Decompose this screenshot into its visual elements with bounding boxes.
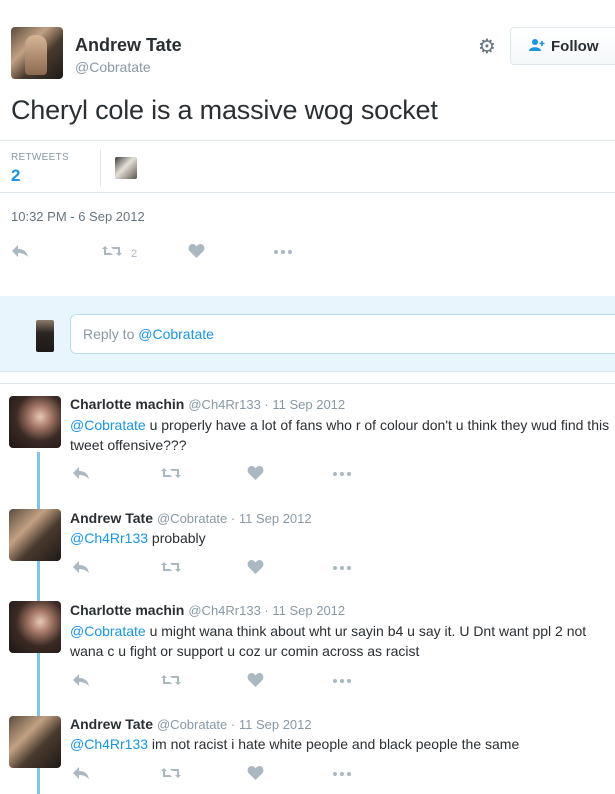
retweet-icon[interactable] (160, 672, 182, 694)
reply-date[interactable]: 11 Sep 2012 (239, 511, 312, 526)
heart-icon[interactable] (188, 243, 205, 265)
reply-mention[interactable]: @Cobratate (70, 623, 146, 639)
reply-body: probably (148, 530, 206, 546)
reply-mention[interactable]: @Ch4Rr133 (70, 736, 148, 752)
reply-author-name[interactable]: Andrew Tate (70, 716, 153, 732)
reply-mention[interactable]: @Cobratate (70, 417, 146, 433)
tweet-stats: RETWEETS 2 (0, 140, 615, 193)
retweet-count: 2 (131, 248, 138, 260)
reply-author-name[interactable]: Charlotte machin (70, 396, 184, 412)
reply-text: @Cobratate u properly have a lot of fans… (70, 415, 615, 455)
reply-date[interactable]: 11 Sep 2012 (272, 397, 345, 412)
add-user-icon (529, 38, 545, 55)
reply-avatar[interactable] (9, 396, 61, 448)
heart-icon[interactable] (247, 765, 264, 787)
reply-icon[interactable] (72, 765, 90, 787)
reply-text: @Cobratate u might wana think about wht … (70, 621, 615, 661)
reply-header: Charlotte machin @Ch4Rr133 · 11 Sep 2012 (70, 396, 346, 412)
reply-mention[interactable]: @Ch4Rr133 (70, 530, 148, 546)
retweets-label: RETWEETS (11, 152, 69, 163)
retweeter-avatar[interactable] (115, 157, 137, 179)
reply-header: Andrew Tate @Cobratate · 11 Sep 2012 (70, 510, 312, 526)
author-name[interactable]: Andrew Tate (75, 35, 182, 56)
heart-icon[interactable] (247, 559, 264, 581)
reply-avatar[interactable] (9, 716, 61, 768)
retweet-icon[interactable] (101, 243, 123, 265)
retweet-icon[interactable] (160, 765, 182, 787)
reply-author-handle[interactable]: @Cobratate (157, 511, 227, 526)
stats-divider (100, 149, 101, 187)
follow-button[interactable]: Follow (510, 27, 615, 65)
reply-author-name[interactable]: Charlotte machin (70, 602, 184, 618)
author-avatar[interactable] (11, 27, 63, 79)
follow-label: Follow (551, 37, 599, 55)
reply-icon[interactable] (72, 465, 90, 487)
gear-icon[interactable]: ⚙ (476, 36, 498, 58)
reply-text: @Ch4Rr133 im not racist i hate white peo… (70, 734, 615, 754)
tweet-text: Cheryl cole is a massive wog socket (11, 95, 438, 125)
reply-text: @Ch4Rr133 probably (70, 528, 615, 548)
reply-actions (0, 465, 615, 485)
retweet-icon[interactable] (160, 465, 182, 487)
more-icon[interactable] (332, 559, 352, 581)
reply-header: Andrew Tate @Cobratate · 11 Sep 2012 (70, 716, 312, 732)
heart-icon[interactable] (247, 465, 264, 487)
reply-date[interactable]: 11 Sep 2012 (272, 603, 345, 618)
more-icon[interactable] (332, 765, 352, 787)
reply-body: u might wana think about wht ur sayin b4… (70, 623, 587, 659)
author-handle[interactable]: @Cobratate (75, 59, 151, 75)
reply-prefix: Reply to (83, 326, 139, 342)
reply-author-handle[interactable]: @Ch4Rr133 (188, 603, 260, 618)
reply-author-name[interactable]: Andrew Tate (70, 510, 153, 526)
current-user-avatar (36, 320, 54, 352)
reply-actions (0, 672, 615, 692)
tweet-actions: 2 (0, 243, 615, 263)
reply-icon[interactable] (11, 243, 29, 265)
conversation-divider (0, 383, 615, 384)
more-icon[interactable] (332, 672, 352, 694)
reply-body: u properly have a lot of fans who r of c… (70, 417, 610, 453)
retweets-count[interactable]: 2 (11, 166, 20, 186)
reply-avatar[interactable] (9, 601, 61, 653)
main-tweet: Andrew Tate @Cobratate ⚙ Follow Cheryl c… (0, 0, 615, 296)
retweet-icon[interactable] (160, 559, 182, 581)
reply-handle: @Cobratate (138, 326, 214, 342)
reply-actions (0, 765, 615, 785)
reply-icon[interactable] (72, 672, 90, 694)
tweet-timestamp[interactable]: 10:32 PM - 6 Sep 2012 (11, 209, 145, 224)
reply-actions (0, 559, 615, 579)
more-icon[interactable] (273, 243, 293, 265)
reply-body: im not racist i hate white people and bl… (148, 736, 520, 752)
reply-header: Charlotte machin @Ch4Rr133 · 11 Sep 2012 (70, 602, 346, 618)
reply-date[interactable]: 11 Sep 2012 (239, 717, 312, 732)
reply-input[interactable]: Reply to @Cobratate (70, 314, 615, 354)
heart-icon[interactable] (247, 672, 264, 694)
reply-author-handle[interactable]: @Ch4Rr133 (188, 397, 260, 412)
reply-icon[interactable] (72, 559, 90, 581)
reply-author-handle[interactable]: @Cobratate (157, 717, 227, 732)
more-icon[interactable] (332, 465, 352, 487)
reply-avatar[interactable] (9, 509, 61, 561)
